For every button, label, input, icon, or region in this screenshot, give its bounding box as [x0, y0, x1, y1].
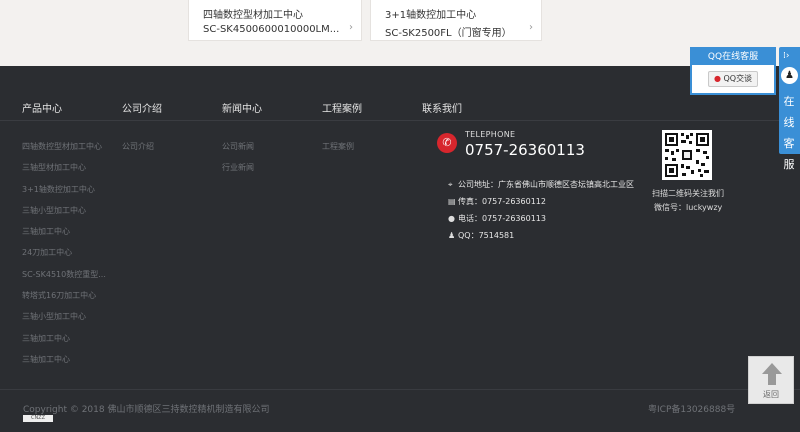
product-card[interactable]: 3+1轴数控加工中心 SC-SK2500FL（门窗专用） › — [370, 0, 542, 41]
phone-line: ● 电话：0757-26360113 — [448, 213, 546, 224]
qr-code — [662, 130, 712, 180]
footer-heading-news[interactable]: 新闻中心 — [222, 100, 262, 115]
qq-chat-button[interactable]: ● QQ交谈 — [708, 71, 758, 87]
qq-penguin-icon: ● — [713, 74, 721, 83]
footer-link[interactable]: 公司介绍 — [122, 136, 154, 157]
footer-link[interactable]: 转塔式16刀加工中心 — [22, 285, 106, 306]
back-to-top-label: 返回 — [763, 390, 779, 399]
footer-heading-cases[interactable]: 工程案例 — [322, 100, 362, 115]
footer-link[interactable]: 3+1轴数控加工中心 — [22, 179, 106, 200]
footer-links-products: 四轴数控型材加工中心 三轴型材加工中心 3+1轴数控加工中心 三轴小型加工中心 … — [22, 136, 106, 370]
chevron-right-icon: › — [529, 22, 533, 33]
location-icon: ⌖ — [448, 180, 453, 189]
footer-link[interactable]: 24刀加工中心 — [22, 242, 106, 263]
copyright-text: Copyright © 2018 佛山市顺德区三持数控精机制造有限公司 — [23, 405, 270, 415]
telephone-number: 0757-26360113 — [465, 141, 585, 159]
chevron-right-icon: › — [349, 22, 353, 33]
footer-divider — [0, 120, 800, 121]
qq-line: ♟ QQ：7514581 — [448, 230, 514, 241]
address-text: 公司地址：广东省佛山市顺德区杏坛镇高北工业区 — [458, 180, 634, 189]
telephone-label: TELEPHONE — [465, 130, 516, 139]
product-model[interactable]: SC-SK4500600010000LM... — [203, 24, 339, 35]
online-service-tab[interactable]: ⁞› ♟ 在线客服 — [779, 47, 800, 171]
qq-chat-label: QQ交谈 — [723, 74, 753, 83]
fax-text: 传真：0757-26360112 — [458, 197, 546, 206]
qq-penguin-icon: ♟ — [781, 67, 798, 84]
footer-link[interactable]: SC-SK4510数控重型... — [22, 264, 106, 285]
online-service-label: 在线客服 — [783, 95, 795, 171]
footer-heading-products[interactable]: 产品中心 — [22, 100, 62, 115]
icp-link[interactable]: 粤ICP备13026888号 — [648, 402, 735, 415]
footer-link[interactable]: 工程案例 — [322, 136, 354, 157]
footer-link[interactable]: 三轴小型加工中心 — [22, 200, 106, 221]
qr-caption: 扫描二维码关注我们 — [652, 189, 724, 198]
wechat-id: 微信号：luckywzy — [654, 203, 723, 212]
footer-link[interactable]: 三轴加工中心 — [22, 328, 106, 349]
printer-icon: ▤ — [448, 197, 456, 206]
back-to-top-button[interactable]: 返回 — [748, 356, 794, 404]
footer-bottom-divider — [0, 389, 800, 390]
product-title[interactable]: 3+1轴数控加工中心 — [385, 6, 476, 21]
qq-panel-title: QQ在线客服 — [692, 49, 774, 65]
footer-links-about: 公司介绍 — [122, 136, 154, 157]
footer-link[interactable]: 三轴小型加工中心 — [22, 306, 106, 327]
product-model[interactable]: SC-SK2500FL（门窗专用） — [385, 24, 512, 39]
cnzz-badge[interactable]: CNZZ — [23, 415, 53, 422]
qq-service-panel: QQ在线客服 ● QQ交谈 — [690, 47, 776, 95]
footer-link[interactable]: 三轴加工中心 — [22, 221, 106, 242]
product-card[interactable]: 四轴数控型材加工中心 SC-SK4500600010000LM... › — [188, 0, 362, 41]
footer-heading-about[interactable]: 公司介绍 — [122, 100, 162, 115]
footer-links-cases: 工程案例 — [322, 136, 354, 157]
footer-link[interactable]: 四轴数控型材加工中心 — [22, 136, 106, 157]
footer-link[interactable]: 三轴加工中心 — [22, 349, 106, 370]
collapse-icon[interactable]: ⁞› — [783, 51, 789, 61]
arrow-up-icon — [762, 363, 782, 385]
footer-link[interactable]: 行业新闻 — [222, 157, 254, 178]
qq-penguin-icon: ♟ — [448, 231, 456, 240]
site-footer: 产品中心 公司介绍 新闻中心 工程案例 联系我们 四轴数控型材加工中心 三轴型材… — [0, 66, 800, 432]
product-strip: 四轴数控型材加工中心 SC-SK4500600010000LM... › 3+1… — [0, 0, 800, 66]
phone-icon: ✆ — [437, 133, 457, 153]
fax-line: ▤ 传真：0757-26360112 — [448, 196, 546, 207]
qr-code-graphic — [662, 130, 712, 180]
user-icon: ● — [448, 214, 455, 223]
footer-link[interactable]: 公司新闻 — [222, 136, 254, 157]
footer-links-news: 公司新闻 行业新闻 — [222, 136, 254, 179]
footer-link[interactable]: 三轴型材加工中心 — [22, 157, 106, 178]
qq-text: QQ：7514581 — [458, 231, 515, 240]
product-title[interactable]: 四轴数控型材加工中心 — [203, 6, 303, 21]
phone-text: 电话：0757-26360113 — [458, 214, 546, 223]
address-line: ⌖ 公司地址：广东省佛山市顺德区杏坛镇高北工业区 — [448, 179, 634, 190]
footer-heading-contact[interactable]: 联系我们 — [422, 100, 462, 115]
